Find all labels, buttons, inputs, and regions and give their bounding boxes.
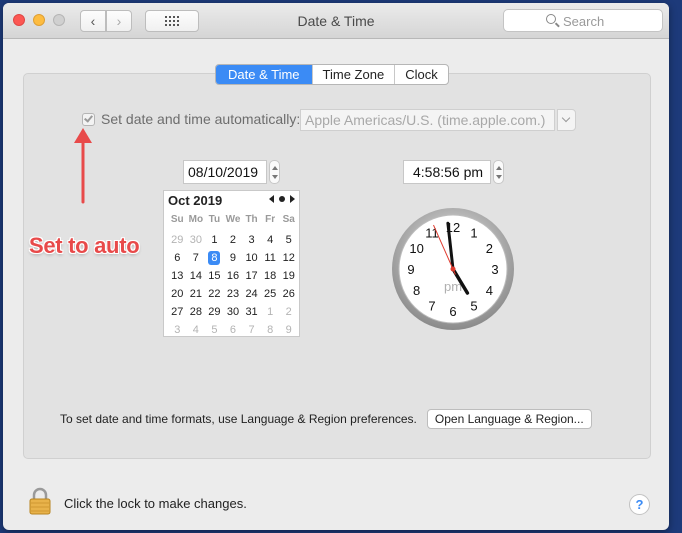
calendar-day[interactable]: 15 — [205, 267, 224, 285]
calendar-day[interactable]: 4 — [187, 321, 206, 339]
calendar-day[interactable]: 8 — [205, 249, 224, 267]
calendar-day[interactable]: 29 — [168, 231, 187, 249]
formats-text: To set date and time formats, use Langua… — [60, 412, 417, 426]
calendar-day[interactable]: 30 — [187, 231, 206, 249]
time-server-field[interactable]: Apple Americas/U.S. (time.apple.com.) — [300, 109, 555, 131]
next-month-button[interactable] — [290, 195, 295, 203]
auto-checkbox[interactable] — [82, 112, 95, 126]
tab-clock[interactable]: Clock — [394, 65, 448, 84]
calendar-day[interactable]: 26 — [279, 285, 298, 303]
annotation-arrow — [74, 128, 92, 204]
lock-text: Click the lock to make changes. — [64, 496, 247, 511]
calendar-day[interactable]: 13 — [168, 267, 187, 285]
calendar-day[interactable]: 20 — [168, 285, 187, 303]
calendar-day[interactable]: 28 — [187, 303, 206, 321]
calendar-day[interactable]: 2 — [279, 303, 298, 321]
calendar-day[interactable]: 16 — [224, 267, 243, 285]
tab-date-time[interactable]: Date & Time — [216, 65, 312, 84]
calendar-day[interactable]: 1 — [205, 231, 224, 249]
search-placeholder: Search — [563, 14, 605, 29]
analog-clock: 12 1 2 3 4 5 6 7 8 9 10 11 pm — [391, 207, 515, 331]
lock-icon[interactable] — [29, 487, 51, 515]
weekday-header: Mo — [188, 214, 204, 225]
clock-numeral: 4 — [486, 283, 493, 298]
calendar-day[interactable]: 5 — [205, 321, 224, 339]
checkmark-icon — [84, 112, 93, 123]
search-icon — [546, 14, 556, 24]
calendar-day[interactable]: 6 — [224, 321, 243, 339]
calendar-nav — [269, 195, 295, 203]
search-input[interactable]: Search — [503, 9, 663, 32]
calendar-day[interactable]: 18 — [261, 267, 280, 285]
weekday-header: Fr — [265, 214, 276, 225]
calendar-day[interactable]: 2 — [224, 231, 243, 249]
clock-numeral: 9 — [407, 262, 414, 277]
calendar-day[interactable]: 21 — [187, 285, 206, 303]
weekday-header: Su — [170, 214, 184, 225]
clock-center — [450, 266, 456, 272]
clock-numeral: 7 — [428, 298, 435, 313]
tab-bar: Date & Time Time Zone Clock — [215, 64, 449, 85]
date-stepper[interactable] — [269, 160, 280, 184]
calendar-day[interactable]: 5 — [279, 231, 298, 249]
auto-label: Set date and time automatically: — [101, 111, 301, 127]
preferences-window: ‹ › Date & Time Search Date & Time Time … — [3, 3, 669, 530]
calendar-day[interactable]: 22 — [205, 285, 224, 303]
clock-numeral: 3 — [491, 262, 498, 277]
clock-numeral: 2 — [486, 241, 493, 256]
weekday-header: Sa — [282, 214, 295, 225]
calendar-day[interactable]: 30 — [224, 303, 243, 321]
calendar-day[interactable]: 17 — [242, 267, 261, 285]
formats-row: To set date and time formats, use Langua… — [60, 409, 592, 429]
calendar-day[interactable]: 10 — [242, 249, 261, 267]
calendar-day[interactable]: 14 — [187, 267, 206, 285]
clock-numeral: 8 — [413, 283, 420, 298]
weekday-header: Th — [245, 214, 258, 225]
calendar-day[interactable]: 8 — [261, 321, 280, 339]
calendar-day[interactable]: 4 — [261, 231, 280, 249]
calendar-day[interactable]: 23 — [224, 285, 243, 303]
calendar: Oct 2019 Su Mo Tu We Th Fr Sa 29 30 1 2 3 4 5 6 7 8 9 10 11… — [163, 190, 300, 337]
time-stepper[interactable] — [493, 160, 504, 184]
tab-time-zone[interactable]: Time Zone — [311, 65, 395, 84]
calendar-day[interactable]: 1 — [261, 303, 280, 321]
calendar-grid: Su Mo Tu We Th Fr Sa 29 30 1 2 3 4 5 6 7 8 9 10 11 12 13 14 15 1… — [168, 213, 298, 339]
calendar-month: Oct 2019 — [168, 193, 223, 208]
calendar-day[interactable]: 6 — [168, 249, 187, 267]
auto-setting-row: Set date and time automatically: — [82, 111, 300, 127]
weekday-header: We — [225, 214, 241, 225]
open-language-region-button[interactable]: Open Language & Region... — [426, 409, 592, 429]
annotation-label: Set to auto — [29, 233, 140, 258]
calendar-day[interactable]: 9 — [279, 321, 298, 339]
title-bar: ‹ › Date & Time Search — [3, 3, 669, 39]
calendar-day[interactable]: 7 — [242, 321, 261, 339]
time-server-dropdown[interactable] — [557, 109, 576, 131]
help-button[interactable]: ? — [629, 494, 650, 515]
calendar-day[interactable]: 24 — [242, 285, 261, 303]
calendar-day[interactable]: 12 — [279, 249, 298, 267]
today-button[interactable] — [279, 196, 285, 202]
calendar-day[interactable]: 27 — [168, 303, 187, 321]
date-field[interactable]: 08/10/2019 — [183, 160, 267, 184]
clock-numeral: 1 — [470, 226, 477, 241]
weekday-header: Tu — [208, 214, 221, 225]
calendar-day[interactable]: 3 — [168, 321, 187, 339]
clock-numeral: 10 — [409, 241, 423, 256]
clock-numeral: 6 — [449, 304, 456, 319]
calendar-day[interactable]: 25 — [261, 285, 280, 303]
chevron-down-icon — [561, 113, 571, 123]
clock-numeral: 5 — [470, 298, 477, 313]
previous-month-button[interactable] — [269, 195, 274, 203]
calendar-day[interactable]: 29 — [205, 303, 224, 321]
time-field[interactable]: 4:58:56 pm — [403, 160, 491, 184]
calendar-day[interactable]: 7 — [187, 249, 206, 267]
calendar-day[interactable]: 9 — [224, 249, 243, 267]
calendar-day[interactable]: 19 — [279, 267, 298, 285]
calendar-day[interactable]: 11 — [261, 249, 280, 267]
calendar-day[interactable]: 31 — [242, 303, 261, 321]
calendar-day[interactable]: 3 — [242, 231, 261, 249]
